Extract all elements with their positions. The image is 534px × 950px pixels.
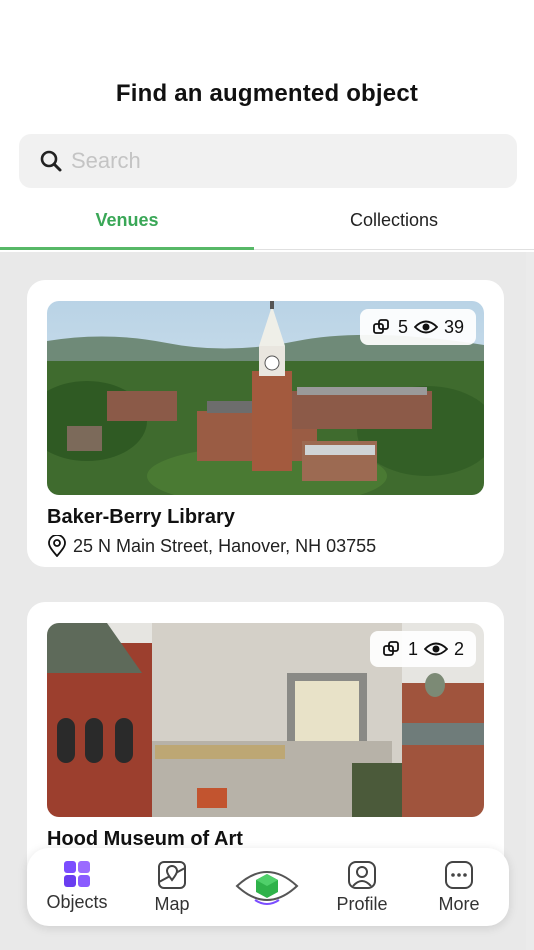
tab-collections[interactable]: Collections bbox=[262, 210, 526, 250]
eye-icon bbox=[423, 642, 448, 656]
scrollbar[interactable] bbox=[526, 252, 534, 950]
map-icon bbox=[158, 861, 186, 889]
active-tab-indicator bbox=[0, 247, 254, 250]
page-title: Find an augmented object bbox=[115, 80, 419, 107]
search-icon bbox=[40, 150, 62, 172]
eye-icon bbox=[413, 320, 438, 334]
search-bar[interactable] bbox=[19, 134, 517, 188]
nav-ar-view[interactable] bbox=[235, 862, 299, 910]
tab-venues[interactable]: Venues bbox=[0, 210, 254, 250]
objects-count-icon bbox=[383, 641, 399, 656]
header: Find an augmented object Venues Collecti… bbox=[0, 0, 534, 252]
objects-count-icon bbox=[373, 319, 389, 334]
objects-count: 1 bbox=[407, 638, 418, 659]
views-count: 39 bbox=[443, 316, 464, 337]
search-input[interactable] bbox=[71, 142, 491, 180]
venue-stats: 1 2 bbox=[369, 631, 476, 667]
nav-more[interactable]: More bbox=[414, 860, 504, 915]
nav-label: Objects bbox=[46, 892, 108, 912]
tab-divider bbox=[254, 249, 534, 250]
venue-address-text: 25 N Main Street, Hanover, NH 03755 bbox=[73, 535, 377, 556]
nav-label: Map bbox=[154, 894, 190, 914]
ar-eye-cube-icon bbox=[235, 871, 299, 905]
venue-card[interactable]: 5 39 Baker-Berry Library 25 N Main Stree… bbox=[27, 280, 504, 567]
venue-list[interactable]: 5 39 Baker-Berry Library 25 N Main Stree… bbox=[0, 252, 534, 950]
bottom-nav: Objects Map Profile More bbox=[27, 848, 509, 926]
objects-grid-icon bbox=[64, 861, 90, 887]
objects-count: 5 bbox=[397, 316, 408, 337]
venue-name: Baker-Berry Library bbox=[47, 506, 235, 528]
profile-icon bbox=[348, 861, 376, 889]
location-pin-icon bbox=[48, 535, 66, 557]
venue-stats: 5 39 bbox=[359, 309, 476, 345]
views-count: 2 bbox=[453, 638, 464, 659]
more-icon bbox=[445, 861, 473, 889]
venue-address: 25 N Main Street, Hanover, NH 03755 bbox=[47, 535, 376, 557]
nav-map[interactable]: Map bbox=[127, 860, 217, 915]
nav-label: Profile bbox=[336, 894, 388, 914]
nav-label: More bbox=[438, 894, 480, 914]
venue-photo: 1 2 bbox=[47, 623, 484, 817]
nav-objects[interactable]: Objects bbox=[32, 860, 122, 913]
nav-profile[interactable]: Profile bbox=[317, 860, 407, 915]
venue-photo: 5 39 bbox=[47, 301, 484, 495]
